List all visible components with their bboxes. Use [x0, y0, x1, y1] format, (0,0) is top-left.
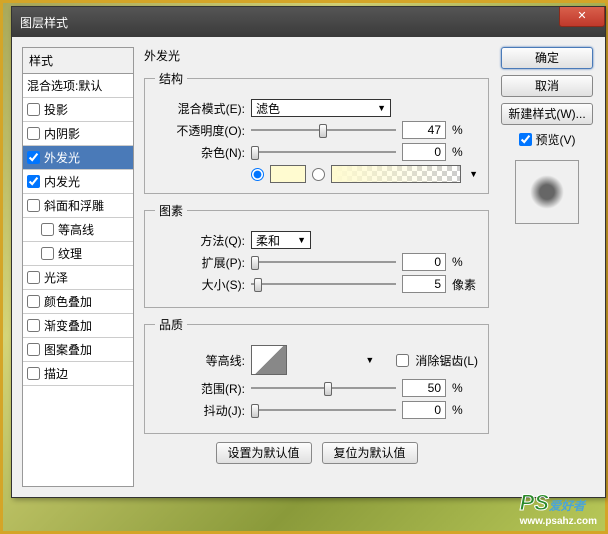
elements-group: 图素 方法(Q): 柔和 ▼ 扩展(P): 0 % 大小(S): — [144, 202, 489, 308]
technique-label: 方法(Q): — [187, 232, 245, 249]
panel-title: 外发光 — [144, 47, 489, 64]
chevron-down-icon[interactable]: ▼ — [469, 169, 478, 179]
titlebar[interactable]: 图层样式 ✕ — [12, 7, 605, 37]
style-checkbox[interactable] — [27, 367, 40, 380]
style-checkbox[interactable] — [27, 103, 40, 116]
color-radio[interactable] — [251, 168, 264, 181]
quality-group: 品质 等高线: ▼ 消除锯齿(L) 范围(R): 50 % 抖动(J): — [144, 316, 489, 434]
blend-options-row[interactable]: 混合选项:默认 — [23, 74, 133, 98]
style-item[interactable]: 等高线 — [23, 218, 133, 242]
style-item[interactable]: 颜色叠加 — [23, 290, 133, 314]
styles-header[interactable]: 样式 — [23, 48, 133, 74]
opacity-slider[interactable] — [251, 121, 396, 139]
style-checkbox[interactable] — [27, 319, 40, 332]
preview-thumbnail — [515, 160, 579, 224]
contour-swatch[interactable] — [251, 345, 287, 375]
structure-group: 结构 混合模式(E): 滤色 ▼ 不透明度(O): 47 % 杂色(N): — [144, 70, 489, 194]
size-label: 大小(S): — [155, 276, 245, 293]
jitter-label: 抖动(J): — [155, 402, 245, 419]
spread-label: 扩展(P): — [155, 254, 245, 271]
size-slider[interactable] — [251, 275, 396, 293]
dialog-title: 图层样式 — [20, 14, 68, 31]
style-item[interactable]: 斜面和浮雕 — [23, 194, 133, 218]
spread-slider[interactable] — [251, 253, 396, 271]
style-item[interactable]: 渐变叠加 — [23, 314, 133, 338]
blend-mode-dropdown[interactable]: 滤色 ▼ — [251, 99, 391, 117]
range-input[interactable]: 50 — [402, 379, 446, 397]
gradient-radio[interactable] — [312, 168, 325, 181]
styles-list: 样式 混合选项:默认 投影内阴影外发光内发光斜面和浮雕等高线纹理光泽颜色叠加渐变… — [22, 47, 134, 487]
style-item[interactable]: 投影 — [23, 98, 133, 122]
opacity-label: 不透明度(O): — [155, 122, 245, 139]
size-input[interactable]: 5 — [402, 275, 446, 293]
ok-button[interactable]: 确定 — [501, 47, 593, 69]
noise-label: 杂色(N): — [155, 144, 245, 161]
blend-mode-label: 混合模式(E): — [155, 100, 245, 117]
contour-label: 等高线: — [155, 352, 245, 369]
new-style-button[interactable]: 新建样式(W)... — [501, 103, 593, 125]
style-checkbox[interactable] — [27, 295, 40, 308]
cancel-button[interactable]: 取消 — [501, 75, 593, 97]
spread-input[interactable]: 0 — [402, 253, 446, 271]
style-checkbox[interactable] — [41, 247, 54, 260]
watermark: PS爱好者 www.psahz.com — [520, 490, 597, 527]
style-checkbox[interactable] — [27, 199, 40, 212]
noise-input[interactable]: 0 — [402, 143, 446, 161]
right-panel: 确定 取消 新建样式(W)... 预览(V) — [499, 47, 595, 487]
style-checkbox[interactable] — [41, 223, 54, 236]
style-item[interactable]: 内阴影 — [23, 122, 133, 146]
chevron-down-icon: ▼ — [297, 235, 306, 245]
make-default-button[interactable]: 设置为默认值 — [216, 442, 312, 464]
style-checkbox[interactable] — [27, 343, 40, 356]
range-slider[interactable] — [251, 379, 396, 397]
close-button[interactable]: ✕ — [559, 7, 605, 27]
outer-glow-panel: 外发光 结构 混合模式(E): 滤色 ▼ 不透明度(O): 47 % — [144, 47, 489, 487]
noise-slider[interactable] — [251, 143, 396, 161]
style-item[interactable]: 描边 — [23, 362, 133, 386]
style-checkbox[interactable] — [27, 175, 40, 188]
chevron-down-icon[interactable]: ▼ — [365, 355, 374, 365]
jitter-input[interactable]: 0 — [402, 401, 446, 419]
style-item[interactable]: 纹理 — [23, 242, 133, 266]
style-checkbox[interactable] — [27, 271, 40, 284]
style-checkbox[interactable] — [27, 151, 40, 164]
layer-style-dialog: 图层样式 ✕ 样式 混合选项:默认 投影内阴影外发光内发光斜面和浮雕等高线纹理光… — [11, 6, 606, 498]
opacity-input[interactable]: 47 — [402, 121, 446, 139]
style-item[interactable]: 光泽 — [23, 266, 133, 290]
gradient-swatch[interactable] — [331, 165, 461, 183]
technique-dropdown[interactable]: 柔和 ▼ — [251, 231, 311, 249]
color-swatch[interactable] — [270, 165, 306, 183]
style-checkbox[interactable] — [27, 127, 40, 140]
chevron-down-icon: ▼ — [377, 103, 386, 113]
jitter-slider[interactable] — [251, 401, 396, 419]
style-item[interactable]: 图案叠加 — [23, 338, 133, 362]
antialias-checkbox[interactable] — [396, 354, 409, 367]
range-label: 范围(R): — [155, 380, 245, 397]
style-item[interactable]: 外发光 — [23, 146, 133, 170]
style-item[interactable]: 内发光 — [23, 170, 133, 194]
preview-checkbox[interactable] — [519, 133, 532, 146]
reset-default-button[interactable]: 复位为默认值 — [322, 442, 418, 464]
